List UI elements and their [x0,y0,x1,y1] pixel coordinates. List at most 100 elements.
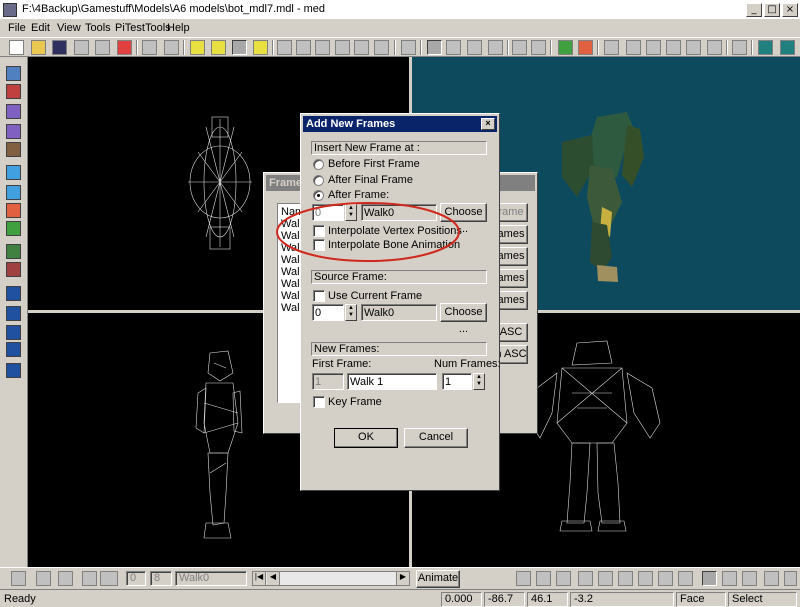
anim-tool-12-icon[interactable] [742,571,757,586]
anim-tool-11-icon[interactable] [722,571,737,586]
timeline-scrollbar[interactable]: |◀ ◀ ▶ [252,571,410,586]
pan-icon[interactable] [531,40,546,55]
tool-j-icon[interactable] [6,244,21,259]
choose-source-button[interactable]: Choose ... [440,303,487,335]
tool-b-icon[interactable] [6,84,21,99]
source-frame-index[interactable]: 0 [312,304,344,321]
tool-h-icon[interactable] [6,203,21,218]
sphere-icon[interactable] [758,40,773,55]
key-frame-checkbox[interactable] [313,396,325,408]
maximize-button[interactable]: □ [764,3,780,17]
close-icon[interactable]: × [481,118,495,130]
frame-icon[interactable] [315,40,330,55]
solid-icon[interactable] [354,40,369,55]
redo-icon[interactable] [164,40,179,55]
skin-icon[interactable] [401,40,416,55]
close-button[interactable]: × [782,3,798,17]
anim-tool-4-icon[interactable] [578,571,593,586]
radio-before-first[interactable] [313,159,324,170]
select-group-icon[interactable] [253,40,268,55]
wire-icon[interactable] [335,40,350,55]
highlight-ellipse [276,202,460,262]
add-face-icon[interactable] [578,40,593,55]
add-vertex-icon[interactable] [558,40,573,55]
menu-pitesttools[interactable]: PiTestTools [115,22,171,34]
anim-tool-7-icon[interactable] [638,571,653,586]
vb-icon[interactable] [82,571,97,586]
anim-tool-2-icon[interactable] [536,571,551,586]
app-icon [3,3,17,17]
first-frame-name[interactable]: Walk 1 [347,373,437,390]
ok-button[interactable]: OK [334,428,398,448]
view-2-icon[interactable] [6,306,21,321]
menu-file[interactable]: File [8,22,26,34]
tool-c-icon[interactable] [6,104,21,119]
cancel-button[interactable]: Cancel [404,428,468,448]
select-vertex-icon[interactable] [190,40,205,55]
bars-icon[interactable] [277,40,292,55]
film-icon[interactable] [100,571,118,586]
save-icon[interactable] [52,40,67,55]
copy-icon[interactable] [74,40,89,55]
anim-tool-3-icon[interactable] [556,571,571,586]
scroll-right-icon[interactable]: ▶ [396,572,409,585]
select-face-icon[interactable] [211,40,226,55]
grid-icon[interactable] [296,40,311,55]
anim-tool-8-icon[interactable] [658,571,673,586]
tool-i-icon[interactable] [6,221,21,236]
tool-d-icon[interactable] [6,124,21,139]
scale-icon[interactable] [467,40,482,55]
mesh-tool-1-icon[interactable] [604,40,619,55]
tool-k-icon[interactable] [6,262,21,277]
use-current-checkbox[interactable] [313,290,325,302]
animate-button[interactable]: Animate [416,570,460,588]
scroll-first-icon[interactable]: |◀ [253,572,266,585]
view-4-icon[interactable] [6,342,21,357]
minimize-button[interactable]: _ [746,3,762,17]
tool-e-icon[interactable] [6,142,21,157]
tool-g-icon[interactable] [6,185,21,200]
anim-tool-14-icon[interactable] [784,571,797,586]
anim-tool-6-icon[interactable] [618,571,633,586]
scale-axis-icon[interactable] [488,40,503,55]
move-icon[interactable] [427,40,442,55]
menu-edit[interactable]: Edit [31,22,50,34]
mesh-tool-4-icon[interactable] [666,40,681,55]
source-frame-spinner[interactable]: ▲ ▼ [345,304,357,321]
menu-view[interactable]: View [57,22,81,34]
texture-icon[interactable] [374,40,389,55]
menu-tools[interactable]: Tools [85,22,111,34]
anim-tool-5-icon[interactable] [598,571,613,586]
rotate-icon[interactable] [446,40,461,55]
mesh-tool-6-icon[interactable] [707,40,722,55]
play-icon[interactable] [11,571,26,586]
anim-tool-10-icon[interactable] [702,571,717,586]
mesh-tool-5-icon[interactable] [686,40,701,55]
anim-tool-13-icon[interactable] [764,571,779,586]
cube-icon[interactable] [780,40,795,55]
nav-icon[interactable] [512,40,527,55]
num-frames-input[interactable]: 1 [442,373,472,390]
tool-f-icon[interactable] [6,165,21,180]
view-1-icon[interactable] [6,286,21,301]
view-3-icon[interactable] [6,325,21,340]
tool-a-icon[interactable] [6,66,21,81]
menu-help[interactable]: Help [167,22,190,34]
mesh-tool-3-icon[interactable] [646,40,661,55]
magnet-icon[interactable] [732,40,747,55]
num-frames-spinner[interactable]: ▲ ▼ [473,373,485,390]
frames-icon[interactable] [36,571,51,586]
open-folder-icon[interactable] [31,40,46,55]
view-5-icon[interactable] [6,363,21,378]
undo-icon[interactable] [142,40,157,55]
radio-after-final[interactable] [313,175,324,186]
anim-tool-1-icon[interactable] [516,571,531,586]
keyframe-icon[interactable] [58,571,73,586]
scroll-left-icon[interactable]: ◀ [267,572,280,585]
select-mesh-icon[interactable] [232,40,247,55]
mesh-tool-2-icon[interactable] [626,40,641,55]
new-file-icon[interactable] [9,40,24,55]
delete-icon[interactable] [117,40,132,55]
anim-tool-9-icon[interactable] [678,571,693,586]
paste-icon[interactable] [95,40,110,55]
